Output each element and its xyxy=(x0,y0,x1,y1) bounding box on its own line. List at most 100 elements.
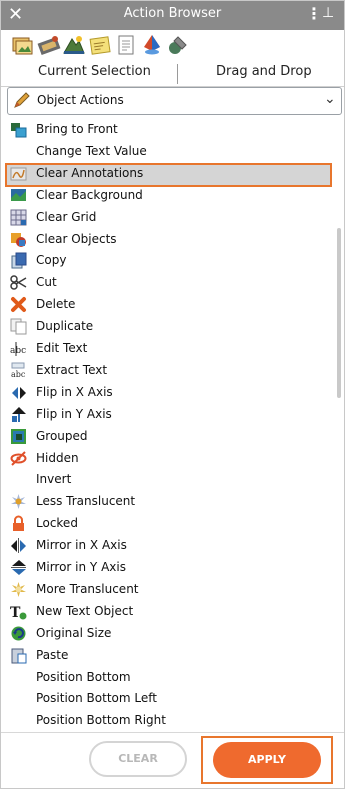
copy-icon xyxy=(11,252,27,269)
mirror-y-icon xyxy=(11,560,26,575)
window-title: Action Browser xyxy=(123,6,222,21)
tab-divider xyxy=(177,64,178,84)
action-item-label: Copy xyxy=(36,253,67,268)
action-item-label: Paste xyxy=(36,647,69,662)
action-item-clear-grid[interactable]: Clear Grid xyxy=(5,207,331,229)
action-item-label: Mirror in Y Axis xyxy=(36,560,126,574)
image-icon[interactable] xyxy=(10,33,34,57)
tab-bar: Current Selection Drag and Drop xyxy=(0,62,345,87)
flip-y-icon xyxy=(12,406,26,422)
action-item-label: Less Translucent xyxy=(36,494,136,509)
footer-divider xyxy=(0,732,345,733)
mirror-x-icon xyxy=(11,538,26,554)
action-item-label: Original Size xyxy=(36,625,112,640)
extract-text-icon: abc xyxy=(11,362,26,379)
list-scrollbar[interactable] xyxy=(337,228,341,398)
action-item-label: Edit Text xyxy=(36,341,88,355)
film-icon[interactable] xyxy=(37,33,61,57)
action-item-label: Position Bottom xyxy=(36,669,131,684)
action-browser-panel: ✕ Action Browser ⋮ ⊥ Current Selection D… xyxy=(0,0,345,789)
action-item-flip-in-x-axis[interactable]: Flip in X Axis xyxy=(5,382,331,404)
action-item-bring-to-front[interactable]: Bring to Front xyxy=(5,119,331,141)
pin-icon[interactable]: ⊥ xyxy=(322,5,334,21)
scissors-icon xyxy=(10,275,27,291)
action-item-label: Delete xyxy=(36,297,76,312)
action-item-extract-text[interactable]: abc Extract Text xyxy=(5,360,331,382)
action-item-hidden[interactable]: Hidden xyxy=(5,448,331,470)
action-item-grouped[interactable]: Grouped xyxy=(5,426,331,448)
original-size-icon xyxy=(11,626,26,641)
action-item-flip-in-y-axis[interactable]: Flip in Y Axis xyxy=(5,404,331,426)
action-item-original-size[interactable]: Original Size xyxy=(5,623,331,645)
tools-icon[interactable] xyxy=(166,33,190,57)
action-item-edit-text[interactable]: abc Edit Text xyxy=(5,338,331,360)
title-bar: ✕ Action Browser ⋮ ⊥ xyxy=(0,0,345,30)
action-category-dropdown[interactable]: Object Actions ⌄ xyxy=(7,87,342,115)
action-item-label: Duplicate xyxy=(36,319,94,334)
edit-text-icon: abc xyxy=(10,342,26,356)
action-item-paste[interactable]: Paste xyxy=(5,645,331,667)
tab-current-selection[interactable]: Current Selection xyxy=(38,64,151,79)
scene-icon[interactable] xyxy=(62,33,86,57)
action-item-position-bottom[interactable]: Position Bottom xyxy=(5,667,331,689)
dropdown-selected-value: Object Actions xyxy=(37,93,124,107)
action-item-label: Position Bottom Right xyxy=(36,713,166,728)
delete-icon xyxy=(11,297,26,313)
action-item-delete[interactable]: Delete xyxy=(5,294,331,316)
action-item-label: More Translucent xyxy=(36,581,139,596)
action-item-cut[interactable]: Cut xyxy=(5,272,331,294)
action-item-copy[interactable]: Copy xyxy=(5,250,331,272)
action-item-locked[interactable]: Locked xyxy=(5,513,331,535)
action-item-label: Flip in X Axis xyxy=(36,384,113,399)
clear-background-icon xyxy=(11,188,26,201)
hidden-icon xyxy=(10,450,27,466)
svg-text:T: T xyxy=(10,605,21,620)
new-text-icon: T xyxy=(10,605,27,620)
action-item-label: Extract Text xyxy=(36,362,108,377)
action-item-label: Change Text Value xyxy=(36,143,147,158)
action-item-label: Locked xyxy=(36,516,78,531)
action-item-label: Mirror in X Axis xyxy=(36,538,127,553)
grid-icon xyxy=(10,209,27,226)
action-item-label: Cut xyxy=(36,275,57,290)
bring-front-icon xyxy=(11,123,27,138)
action-item-label: Bring to Front xyxy=(36,122,118,136)
action-item-mirror-in-y-axis[interactable]: Mirror in Y Axis xyxy=(5,557,331,579)
action-item-change-text-value[interactable]: Change Text Value xyxy=(5,141,331,163)
apply-button[interactable]: APPLY xyxy=(213,742,321,778)
duplicate-icon xyxy=(10,318,27,335)
pyramid-icon[interactable] xyxy=(140,33,164,57)
sticky-note-icon[interactable] xyxy=(88,33,112,57)
action-item-invert[interactable]: Invert xyxy=(5,469,331,491)
action-item-label: Clear Grid xyxy=(36,209,97,224)
action-item-clear-objects[interactable]: Clear Objects xyxy=(5,229,331,251)
action-item-less-translucent[interactable]: Less Translucent xyxy=(5,491,331,513)
action-item-label: Clear Background xyxy=(36,187,143,202)
action-item-new-text-object[interactable]: T New Text Object xyxy=(5,601,331,623)
action-item-duplicate[interactable]: Duplicate xyxy=(5,316,331,338)
action-item-label: Clear Objects xyxy=(36,231,117,246)
action-item-label: Invert xyxy=(36,472,72,487)
action-list: Bring to Front Change Text Value Clear Ann… xyxy=(5,119,331,731)
less-translucent-icon xyxy=(11,494,26,510)
action-item-position-bottom-left[interactable]: Position Bottom Left xyxy=(5,688,331,710)
icon-toolbar xyxy=(0,30,345,62)
more-translucent-icon xyxy=(11,581,26,597)
action-item-label: Flip in Y Axis xyxy=(36,406,112,421)
selection-highlight-frame xyxy=(5,163,332,187)
action-item-mirror-in-x-axis[interactable]: Mirror in X Axis xyxy=(5,535,331,557)
clear-objects-icon xyxy=(11,232,26,247)
svg-text:abc: abc xyxy=(11,370,26,379)
paste-icon xyxy=(11,648,27,664)
action-item-more-translucent[interactable]: More Translucent xyxy=(5,579,331,601)
action-item-position-bottom-right[interactable]: Position Bottom Right xyxy=(5,710,331,731)
menu-icon[interactable]: ⋮ xyxy=(306,4,323,23)
document-icon[interactable] xyxy=(114,33,138,57)
action-item-label: Position Bottom Left xyxy=(36,691,157,706)
tab-drag-and-drop[interactable]: Drag and Drop xyxy=(216,64,312,79)
action-item-label: Grouped xyxy=(36,428,88,443)
grouped-icon xyxy=(11,428,26,444)
action-item-clear-background[interactable]: Clear Background xyxy=(5,185,331,207)
svg-text:abc: abc xyxy=(10,346,26,356)
clear-button[interactable]: CLEAR xyxy=(89,741,187,777)
